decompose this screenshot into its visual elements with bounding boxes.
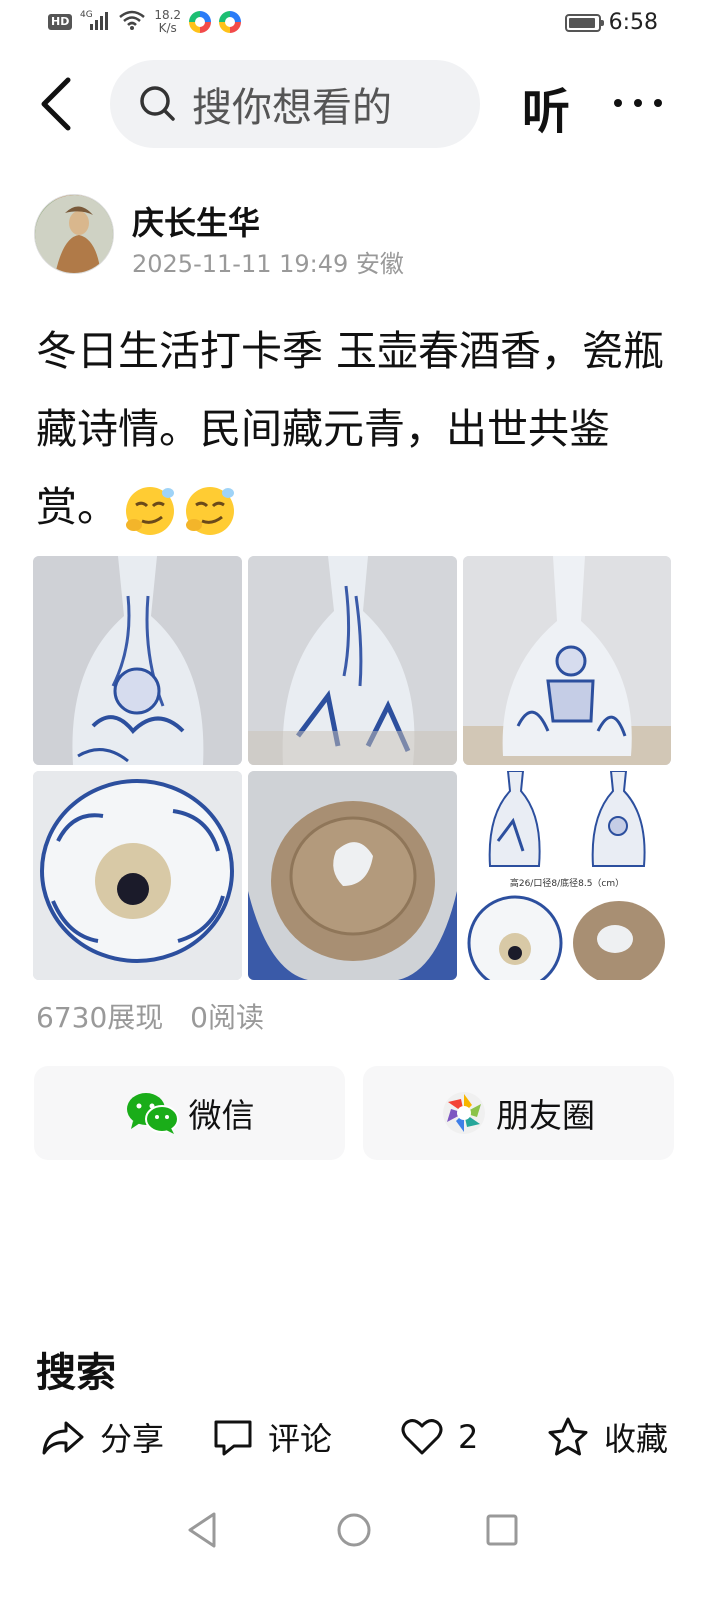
heart-icon [401, 1419, 443, 1455]
network-speed: 18.2 K/s [154, 8, 182, 35]
comment-action-button[interactable]: 评论 [212, 1406, 332, 1468]
square-recents-icon [486, 1514, 518, 1546]
hd-indicator: HD [48, 14, 73, 30]
post-image-vase-figure[interactable] [463, 556, 671, 765]
moments-icon [443, 1092, 485, 1134]
post-body: 冬日生活打卡季 玉壶春酒香，瓷瓶藏诗情。民间藏元青，出世共鉴赏。 [36, 312, 686, 546]
impressions-count: 6730展现 [36, 1001, 164, 1034]
like-count: 2 [458, 1418, 479, 1456]
post-stats: 6730展现 0阅读 [36, 996, 282, 1036]
post-image-vase-side[interactable] [248, 556, 457, 765]
share-moments-label: 朋友圈 [496, 1096, 595, 1135]
battery-icon [564, 13, 604, 32]
svg-text:4G: 4G [80, 10, 93, 20]
status-bar: HD 4G 18.2 K/s 6:58 [0, 0, 720, 50]
image-grid: 高26/口径8/底径8.5（cm） [33, 556, 673, 980]
nav-home-button[interactable] [334, 1510, 374, 1554]
post-image-vase-base[interactable] [248, 771, 457, 980]
smirk-emoji-icon [182, 484, 238, 536]
comment-action-label: 评论 [268, 1420, 333, 1458]
share-arrow-icon [42, 1421, 84, 1455]
share-wechat-button[interactable]: 微信 [34, 1066, 345, 1160]
smirk-emoji-icon [122, 484, 178, 536]
star-icon [548, 1417, 588, 1456]
action-bar: 分享 评论 2 收藏 [0, 1406, 720, 1468]
clock: 6:58 [608, 10, 658, 35]
share-moments-button[interactable]: 朋友圈 [363, 1066, 674, 1160]
author-header: 庆长生华 2025-11-11 19:49 安徽 [34, 194, 694, 278]
avatar[interactable] [34, 194, 114, 274]
section-title: 搜索 [36, 1350, 116, 1396]
post-timestamp-location: 2025-11-11 19:49 安徽 [132, 250, 404, 278]
search-icon [140, 86, 175, 121]
share-row: 微信 朋友圈 [34, 1066, 674, 1160]
wechat-icon [126, 1093, 179, 1134]
app-notification-icon [189, 11, 212, 33]
image-dimensions-caption: 高26/口径8/底径8.5（cm） [509, 879, 625, 889]
chevron-left-icon [41, 77, 71, 131]
post-image-vase-mouth[interactable] [33, 771, 242, 980]
favorite-action-button[interactable]: 收藏 [546, 1406, 668, 1468]
triangle-back-icon [188, 1512, 216, 1548]
more-options-button[interactable] [610, 78, 670, 128]
nav-recents-button[interactable] [484, 1510, 520, 1554]
circle-home-icon [337, 1513, 371, 1547]
reads-count: 0阅读 [190, 1001, 264, 1034]
share-action-button[interactable]: 分享 [40, 1406, 164, 1468]
post-image-vase-front[interactable] [33, 556, 242, 765]
top-nav: 搜你想看的 听 [0, 58, 720, 148]
post-image-vase-collage[interactable]: 高26/口径8/底径8.5（cm） [463, 771, 671, 980]
comment-icon [214, 1420, 252, 1456]
app-notification-icon [219, 11, 242, 33]
like-action-button[interactable]: 2 [400, 1406, 478, 1468]
nav-back-button[interactable] [184, 1510, 220, 1554]
listen-button[interactable]: 听 [522, 72, 570, 142]
more-dots-icon [614, 99, 662, 107]
search-placeholder: 搜你想看的 [192, 85, 392, 131]
cellular-signal-icon: 4G [80, 8, 110, 36]
favorite-action-label: 收藏 [604, 1420, 669, 1458]
author-name[interactable]: 庆长生华 [132, 198, 260, 244]
system-nav-bar [0, 1500, 720, 1560]
share-action-label: 分享 [100, 1420, 165, 1458]
back-button[interactable] [30, 68, 90, 138]
wifi-icon [118, 9, 146, 35]
share-wechat-label: 微信 [188, 1096, 255, 1135]
search-input[interactable]: 搜你想看的 [110, 60, 480, 148]
